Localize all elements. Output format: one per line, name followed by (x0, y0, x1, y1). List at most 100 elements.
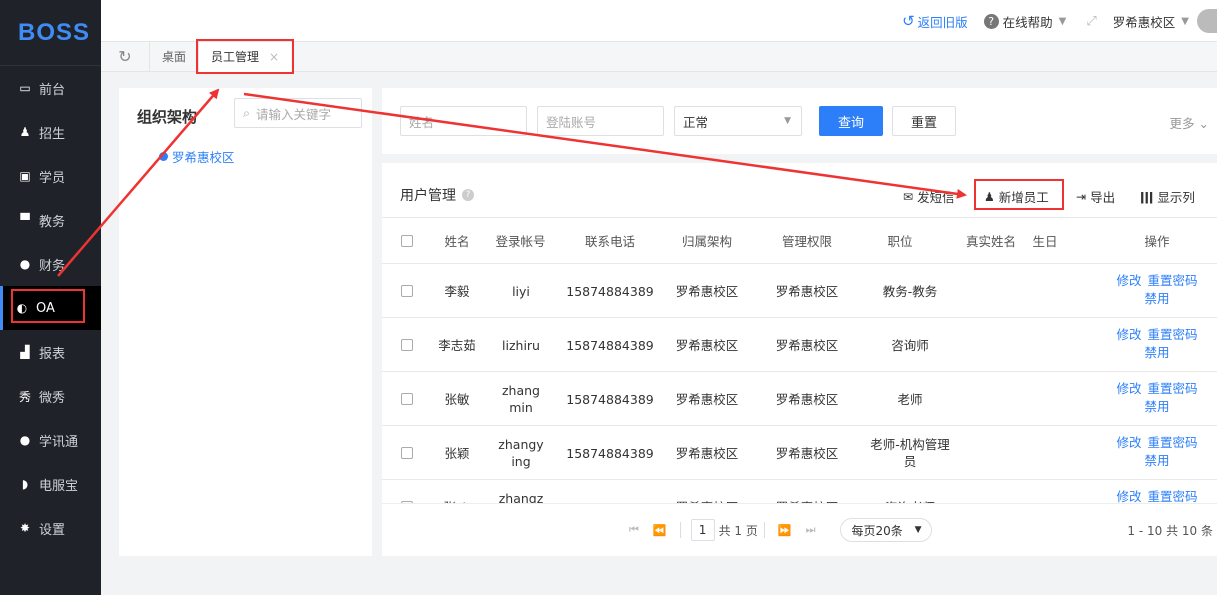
columns-icon: ǀǀǀ (1140, 189, 1154, 204)
select-all-checkbox[interactable] (401, 235, 413, 247)
edit-link[interactable]: 修改 (1116, 489, 1141, 504)
columns-button[interactable]: ǀǀǀ 显示列 (1140, 187, 1195, 206)
sidebar-item-label: 电服宝 (39, 478, 79, 494)
reset-password-link[interactable]: 重置密码 (1148, 273, 1198, 288)
table-cell-name: 张敏 (444, 391, 470, 407)
column-header: 管理权限 (781, 233, 832, 249)
reset-password-link[interactable]: 重置密码 (1148, 381, 1198, 396)
disable-link[interactable]: 禁用 (1144, 452, 1169, 470)
highlight-box (196, 38, 295, 74)
tab-employee-management[interactable]: 员工管理 × (196, 38, 295, 74)
name-input[interactable]: 姓名 (400, 106, 527, 136)
row-checkbox[interactable] (401, 339, 413, 351)
sidebar-item[interactable]: ▣ 学员 (0, 154, 101, 198)
reset-password-link[interactable]: 重置密码 (1148, 435, 1198, 450)
query-button[interactable]: 查询 (819, 106, 883, 136)
account-input[interactable]: 登陆账号 (537, 106, 664, 136)
edit-link[interactable]: 修改 (1116, 273, 1141, 288)
disable-link[interactable]: 禁用 (1144, 344, 1169, 362)
fullscreen-icon[interactable]: ⤢ (1086, 14, 1096, 29)
location-icon: ● (19, 433, 31, 447)
table-cell-org: 罗希惠校区 (675, 391, 739, 407)
table-cell-account: lizhiru (502, 337, 540, 353)
table-cell-account: zhangying (498, 437, 544, 469)
help-label: 在线帮助 (1002, 14, 1053, 30)
app-logo[interactable]: BOSS (0, 0, 101, 66)
search-placeholder: 请输入关键字 (256, 106, 332, 122)
sidebar-item[interactable]: 秀微秀 (0, 374, 101, 418)
tab-bar: ↻ 桌面 员工管理 × (101, 38, 1217, 74)
table-cell-perm: 罗希惠校区 (775, 283, 839, 299)
send-sms-button[interactable]: ✉ 发短信 (903, 187, 955, 206)
table-cell-name: 李志茹 (438, 337, 476, 353)
sidebar-item[interactable]: ▭ 前台 (0, 66, 101, 110)
edit-link[interactable]: 修改 (1116, 327, 1141, 342)
table-cell-position: 老师-机构管理员 (870, 437, 950, 469)
back-to-old-version-link[interactable]: ↺ 返回旧版 (902, 12, 968, 31)
filter-panel: 姓名 登陆账号 正常 ▼ 查询 重置 更多 ⌄ (382, 88, 1217, 154)
status-select[interactable]: 正常 ▼ (674, 106, 802, 136)
reset-password-link[interactable]: 重置密码 (1148, 327, 1198, 342)
bar-chart-icon: ▟ (20, 345, 30, 359)
prev-page-icon[interactable]: ⏪ (653, 524, 667, 537)
online-help-menu[interactable]: ? 在线帮助 ▼ (983, 12, 1066, 31)
add-employee-button[interactable]: ♟ 新增员工 (974, 179, 1064, 210)
org-search-input[interactable]: ⌕ 请输入关键字 (234, 98, 362, 128)
reset-password-link[interactable]: 重置密码 (1148, 489, 1198, 504)
table-row: 张颖 zhangying 15874884389 罗希惠校区 罗希惠校区 老师-机构管理员… (382, 426, 1217, 480)
page-number-input[interactable]: 1 (690, 519, 715, 541)
edit-link[interactable]: 修改 (1116, 381, 1141, 396)
org-panel: 组织架构 ⌕ 请输入关键字 罗希惠校区 (119, 88, 372, 556)
columns-label: 显示列 (1157, 190, 1195, 205)
campus-selector[interactable]: 罗希惠校区 ▼ (1113, 12, 1189, 31)
edit-link[interactable]: 修改 (1116, 435, 1141, 450)
sidebar-item[interactable]: ✸ 设置 (0, 506, 101, 550)
top-bar: ↺ 返回旧版 ? 在线帮助 ▼ ⤢ 罗希惠校区 ▼ (101, 0, 1217, 42)
campus-label: 罗希惠校区 (1112, 14, 1176, 30)
table-cell-phone: 15874884389 (566, 283, 654, 299)
sidebar-item[interactable]: ● 财务 (0, 242, 101, 286)
table-row: 李志茹 lizhiru 15874884389 罗希惠校区 罗希惠校区 咨询师 修改 重置密码… (382, 318, 1217, 372)
user-table-panel: 用户管理 ? ✉ 发短信 ♟ 新增员工 ⇥ 导出 ǀǀǀ 显示列 姓名 登录帐号 联系电话 归… (382, 163, 1217, 556)
more-filters-toggle[interactable]: 更多 ⌄ (1170, 113, 1209, 132)
avatar[interactable] (1197, 9, 1217, 33)
row-checkbox[interactable] (401, 393, 413, 405)
next-page-icon[interactable]: ⏩ (778, 524, 792, 537)
disable-link[interactable]: 禁用 (1144, 398, 1169, 416)
table-cell-name: 张颖 (444, 445, 470, 461)
sms-label: 发短信 (917, 190, 955, 205)
table-cell-org: 罗希惠校区 (675, 283, 739, 299)
help-icon[interactable]: ? (462, 189, 474, 201)
mail-icon: ✉ (903, 189, 914, 204)
table-cell-position: 咨询师 (891, 337, 929, 353)
last-page-icon[interactable]: ⏭ (806, 523, 816, 537)
refresh-icon[interactable]: ↻ (101, 47, 149, 66)
sidebar-item-label: 前台 (39, 82, 66, 98)
column-header: 姓名 (444, 233, 470, 249)
chevron-down-icon: ▼ (1181, 15, 1189, 27)
disable-link[interactable]: 禁用 (1144, 290, 1169, 308)
row-checkbox[interactable] (401, 285, 413, 297)
export-button[interactable]: ⇥ 导出 (1076, 187, 1115, 206)
page-size-select[interactable]: 每页20条 ▼ (840, 518, 933, 542)
column-header: 真实姓名 (965, 233, 1016, 249)
table-cell-account: zhangmin (501, 383, 540, 415)
tab-label: 桌面 (162, 50, 187, 64)
sidebar-item[interactable]: ◐ OA (0, 286, 101, 330)
first-page-icon[interactable]: ⏮ (629, 523, 639, 537)
sidebar-item[interactable]: ♟ 招生 (0, 110, 101, 154)
page-size-value: 每页20条 (851, 523, 903, 538)
sidebar-item[interactable]: ▟ 报表 (0, 330, 101, 374)
more-label: 更多 (1169, 116, 1195, 131)
org-node-label: 罗希惠校区 (172, 150, 235, 165)
tab-desktop[interactable]: 桌面 (149, 41, 198, 72)
sidebar-item[interactable]: ● 学讯通 (0, 418, 101, 462)
divider (679, 522, 681, 538)
pagination: ⏮ ⏪ 1 共 1 页 ⏩ ⏭ 每页20条 ▼ 1 - 10 共 10 条 (382, 503, 1217, 556)
return-icon: ↺ (902, 12, 915, 30)
row-checkbox[interactable] (401, 447, 413, 459)
sidebar-item[interactable]: ▀ 教务 (0, 198, 101, 242)
org-tree-node[interactable]: 罗希惠校区 (159, 147, 235, 166)
sidebar-item[interactable]: ◗ 电服宝 (0, 462, 101, 506)
reset-button[interactable]: 重置 (892, 106, 956, 136)
